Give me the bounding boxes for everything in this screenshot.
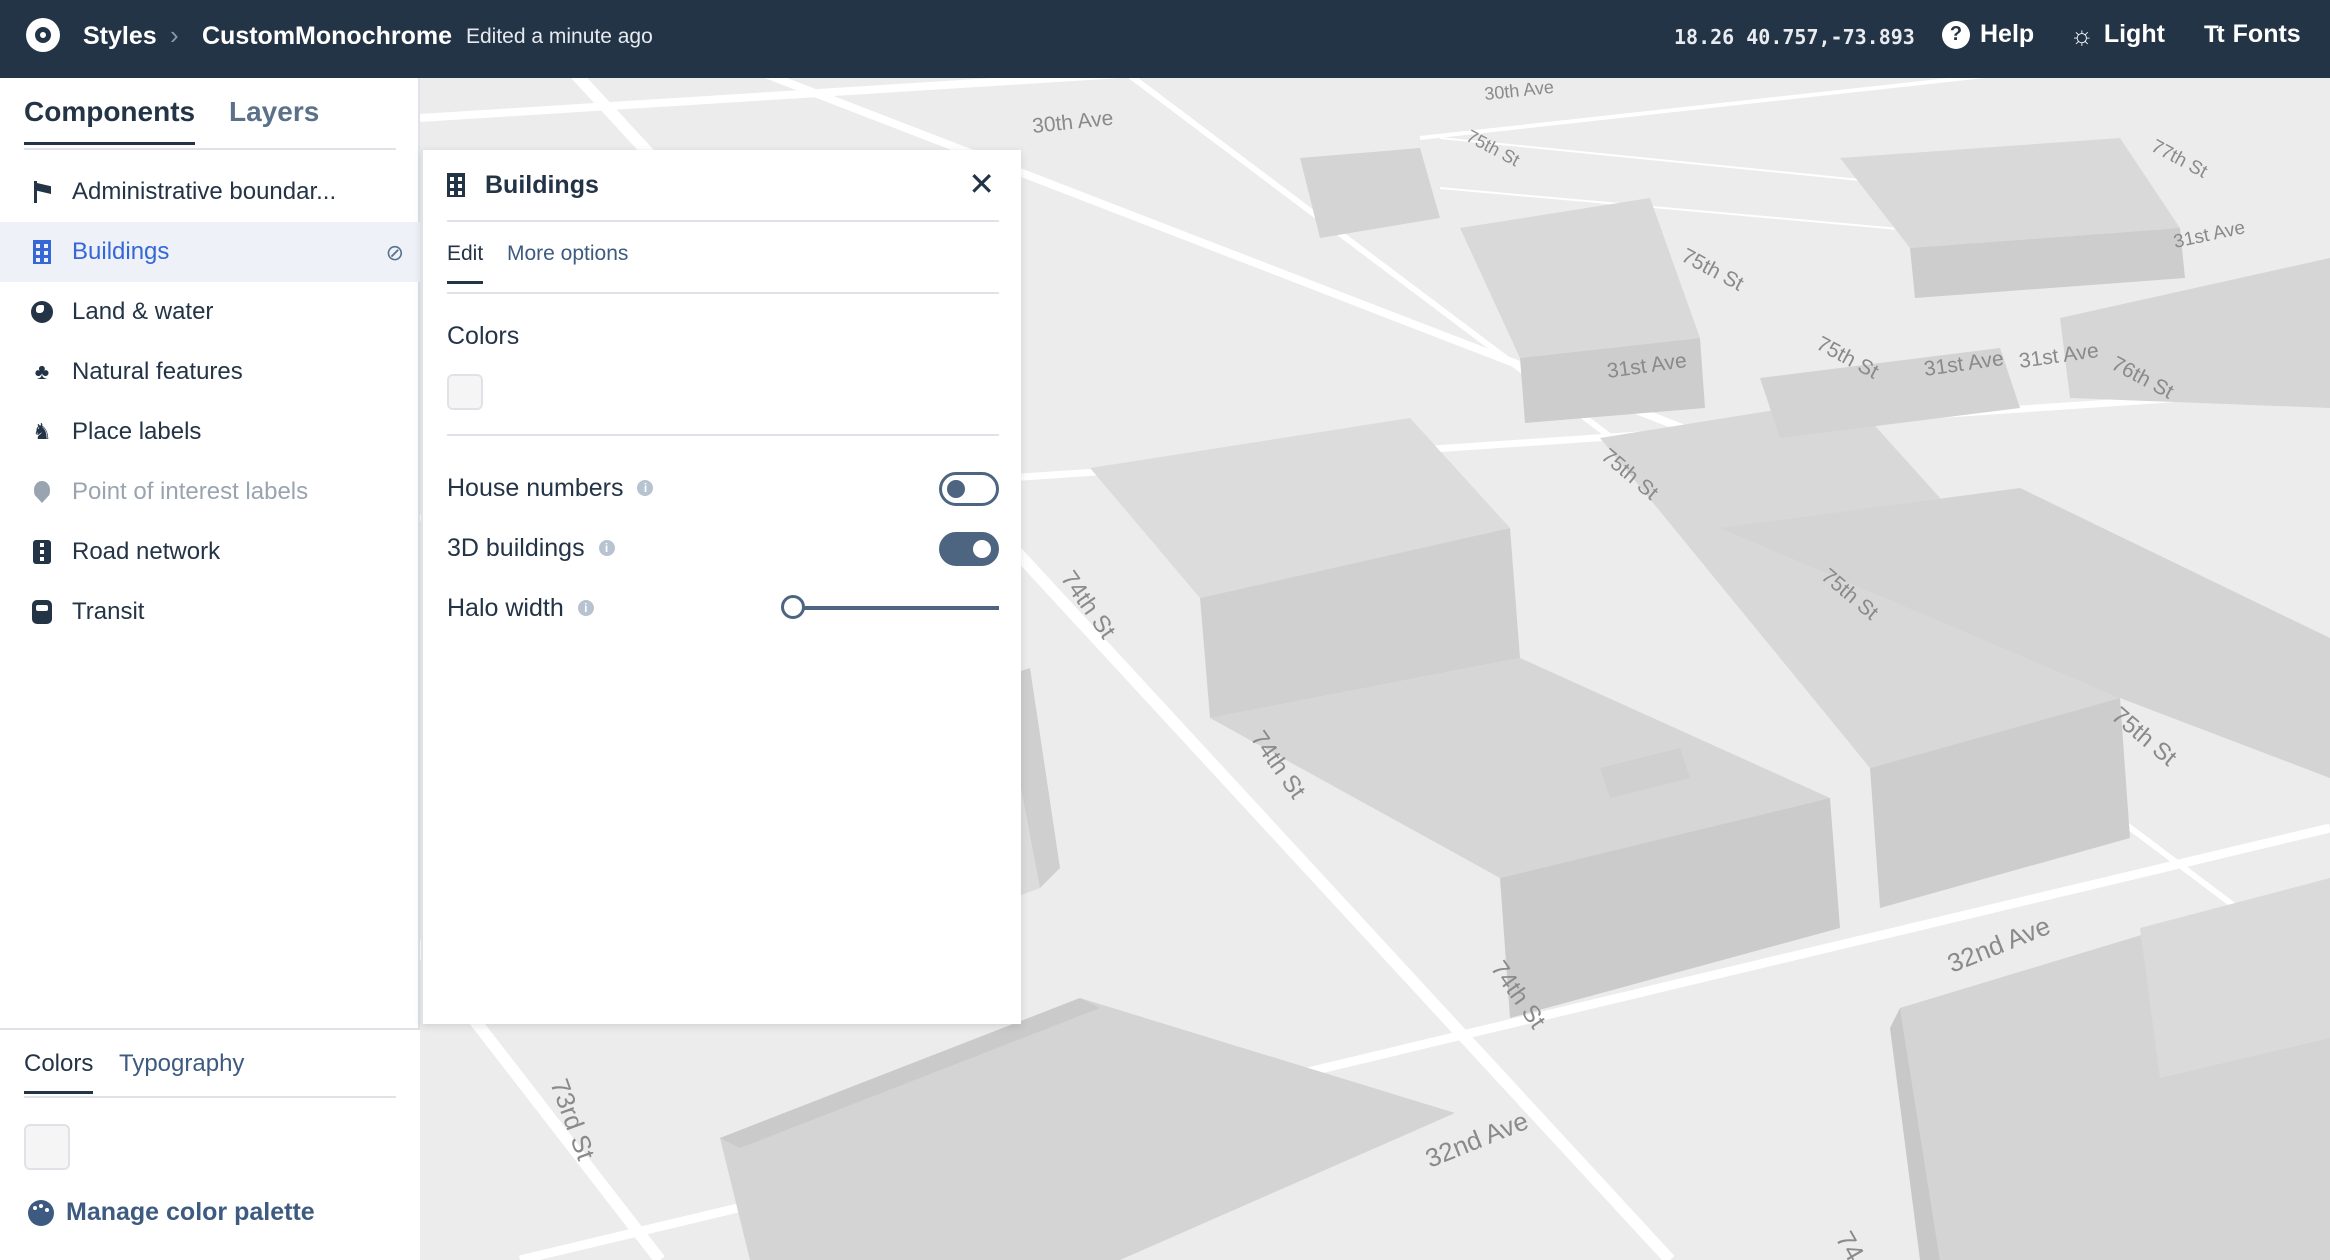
fonts-button[interactable]: Tt Fonts [2204, 20, 2301, 49]
chevron-right-icon: › [170, 20, 179, 50]
sidebar-item-label: Transit [72, 598, 145, 625]
sidebar-item-place-labels[interactable]: ♞ Place labels [0, 402, 420, 462]
info-icon[interactable]: i [598, 540, 615, 556]
fonts-label: Fonts [2232, 20, 2301, 48]
building-color-swatch[interactable] [447, 374, 483, 410]
trees-icon: ♣ [34, 359, 50, 384]
palette-tabs: Colors Typography [24, 1050, 396, 1098]
sidebar-item-label: Land & water [72, 298, 214, 325]
panel-tabs: Edit More options [447, 242, 999, 294]
building-icon [28, 238, 56, 266]
app-logo-icon[interactable] [26, 18, 60, 52]
street-label: 74 [1830, 1226, 1870, 1260]
buildings-edit-panel: Buildings ✕ Edit More options Colors Hou… [421, 150, 1021, 1024]
info-icon[interactable]: i [637, 480, 654, 496]
theme-button[interactable]: ☼ Light [2070, 20, 2165, 49]
option-halo-width: Halo width i [447, 588, 999, 628]
sidebar-tabs: Components Layers [24, 96, 396, 150]
manage-palette-label: Manage color palette [66, 1198, 315, 1226]
edited-status: Edited a minute ago [466, 25, 653, 48]
help-icon: ? [1942, 20, 1970, 49]
panel-header: Buildings ✕ [447, 150, 999, 222]
sidebar-item-label: Point of interest labels [72, 478, 309, 505]
train-icon [28, 598, 56, 626]
street-label: 75th St [1678, 244, 1748, 296]
palette-icon [28, 1199, 54, 1226]
info-icon[interactable]: i [577, 600, 594, 616]
divider [447, 434, 999, 436]
3d-buildings-toggle[interactable] [939, 532, 999, 566]
sidebar-item-land-water[interactable]: Land & water [0, 282, 420, 342]
help-label: Help [1980, 20, 2035, 48]
house-numbers-toggle[interactable] [939, 472, 999, 506]
option-3d-buildings: 3D buildings i [447, 528, 999, 568]
street-label: 75th St [1463, 126, 1523, 170]
panel-title: Buildings [485, 170, 599, 199]
top-bar: Styles › CustomMonochrome Edited a minut… [0, 0, 2330, 78]
slider-thumb[interactable] [781, 595, 805, 619]
pin-icon [28, 478, 56, 506]
sidebar: Components Layers Administrative boundar… [0, 78, 420, 1260]
flag-icon [28, 178, 56, 206]
tab-edit[interactable]: Edit [447, 242, 484, 284]
colors-label: Colors [447, 322, 520, 350]
place-icon: ♞ [32, 419, 52, 444]
component-list: Administrative boundar... Buildings ⊘ La… [0, 162, 420, 642]
tab-more-options[interactable]: More options [507, 242, 628, 266]
street-label: 77th St [2148, 136, 2212, 183]
option-label: Halo width [447, 593, 564, 622]
tab-components[interactable]: Components [24, 96, 196, 145]
help-button[interactable]: ? Help [1942, 20, 2034, 49]
sidebar-item-label: Road network [72, 538, 221, 565]
breadcrumb-styles[interactable]: Styles [83, 22, 157, 51]
halo-width-slider[interactable] [781, 595, 999, 619]
sidebar-item-natural-features[interactable]: ♣ Natural features [0, 342, 420, 402]
sidebar-item-road-network[interactable]: Road network [0, 522, 420, 582]
tab-colors[interactable]: Colors [24, 1050, 94, 1094]
road-icon [28, 538, 56, 566]
sidebar-item-buildings[interactable]: Buildings ⊘ [0, 222, 420, 282]
option-label: 3D buildings [447, 533, 585, 562]
manage-color-palette-button[interactable]: Manage color palette [28, 1198, 315, 1227]
map-coordinates: 18.26 40.757,-73.893 [1674, 25, 1915, 49]
color-swatch[interactable] [24, 1124, 70, 1170]
sidebar-item-transit[interactable]: Transit [0, 582, 420, 642]
palette-panel: Colors Typography Manage color palette [0, 1028, 420, 1260]
building-icon [447, 173, 465, 197]
street-label: 30th Ave [1483, 78, 1554, 104]
sidebar-item-label: Natural features [72, 358, 243, 385]
tab-typography[interactable]: Typography [119, 1050, 244, 1078]
visibility-off-icon[interactable]: ⊘ [386, 240, 404, 266]
option-label: House numbers [447, 473, 624, 502]
globe-icon [28, 298, 56, 326]
style-name[interactable]: CustomMonochrome [202, 22, 452, 51]
sidebar-item-poi-labels[interactable]: Point of interest labels [0, 462, 420, 522]
close-icon[interactable]: ✕ [968, 168, 995, 200]
tab-layers[interactable]: Layers [229, 96, 319, 128]
sidebar-item-administrative-boundaries[interactable]: Administrative boundar... [0, 162, 420, 222]
sun-icon: ☼ [2070, 19, 2094, 50]
option-house-numbers: House numbers i [447, 468, 999, 508]
street-label: 31st Ave [2172, 217, 2247, 253]
theme-label: Light [2103, 20, 2165, 48]
sidebar-item-label: Place labels [72, 418, 202, 445]
sidebar-item-label: Buildings [72, 238, 170, 265]
text-size-icon: Tt [2204, 20, 2225, 48]
sidebar-item-label: Administrative boundar... [72, 178, 337, 205]
street-label: 30th Ave [1031, 107, 1114, 138]
